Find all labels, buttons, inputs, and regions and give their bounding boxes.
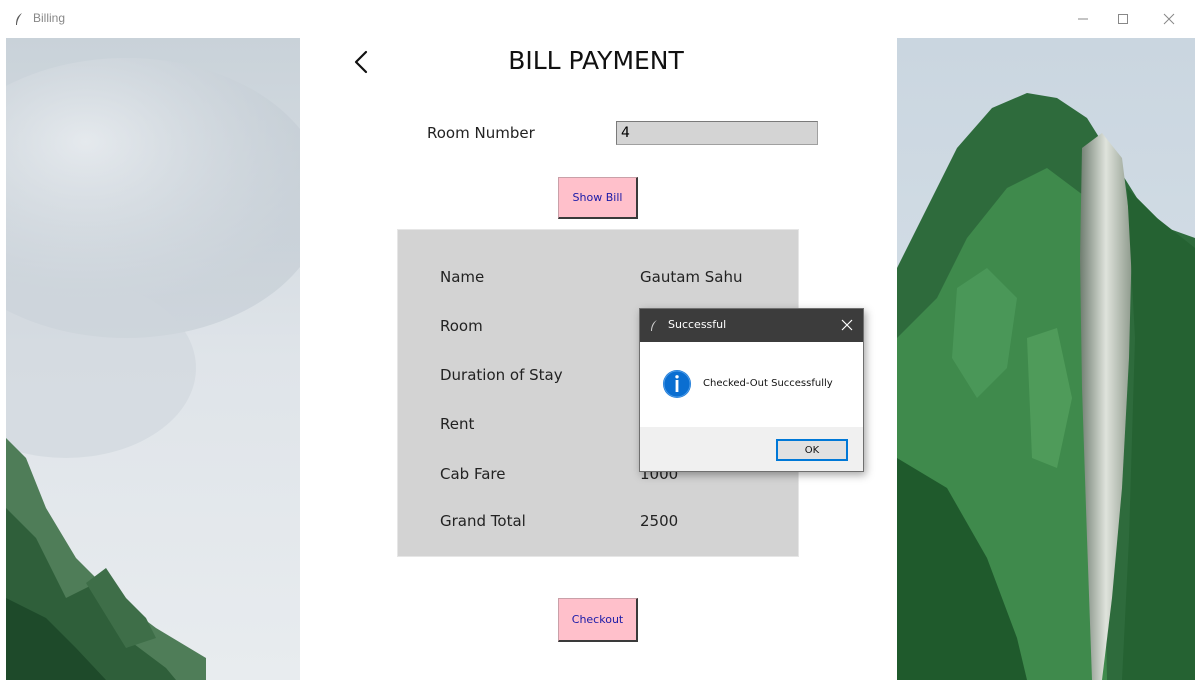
bill-label-duration: Duration of Stay <box>440 366 563 384</box>
bill-label-name: Name <box>440 268 485 286</box>
window-title: Billing <box>33 11 66 25</box>
back-button[interactable] <box>348 46 376 78</box>
close-icon <box>841 319 853 331</box>
bill-value-name: Gautam Sahu <box>640 268 743 286</box>
page-title: BILL PAYMENT <box>508 46 684 75</box>
dialog-close-button[interactable] <box>835 313 859 337</box>
left-landscape-image <box>6 38 300 680</box>
minimize-button[interactable] <box>1063 6 1103 32</box>
dialog-footer: OK <box>640 427 863 471</box>
dialog-title: Successful <box>668 318 727 331</box>
checkout-button[interactable]: Checkout <box>558 598 638 642</box>
room-number-input[interactable] <box>616 121 818 145</box>
maximize-button[interactable] <box>1103 6 1143 32</box>
bill-label-grand-total: Grand Total <box>440 512 526 530</box>
bill-label-cab-fare: Cab Fare <box>440 465 506 483</box>
bill-value-grand-total: 2500 <box>640 512 679 530</box>
room-number-label: Room Number <box>427 124 535 142</box>
window-close-button[interactable] <box>1149 6 1189 32</box>
success-dialog: Successful Checked-Out Successfully OK <box>639 308 864 472</box>
minimize-icon <box>1078 18 1088 20</box>
ok-button[interactable]: OK <box>776 439 848 461</box>
chevron-left-icon <box>354 50 368 74</box>
dialog-body: Checked-Out Successfully <box>640 342 863 427</box>
bill-label-room: Room <box>440 317 483 335</box>
info-icon <box>663 370 691 398</box>
bill-label-rent: Rent <box>440 415 475 433</box>
dialog-titlebar[interactable]: Successful <box>640 309 863 342</box>
feather-icon <box>16 13 22 25</box>
right-landscape-image <box>897 38 1195 680</box>
show-bill-button[interactable]: Show Bill <box>558 177 638 219</box>
window-titlebar: Billing <box>0 0 1195 38</box>
dialog-message: Checked-Out Successfully <box>703 378 833 389</box>
feather-icon <box>651 320 657 331</box>
maximize-icon <box>1118 14 1128 24</box>
close-icon <box>1163 13 1175 25</box>
